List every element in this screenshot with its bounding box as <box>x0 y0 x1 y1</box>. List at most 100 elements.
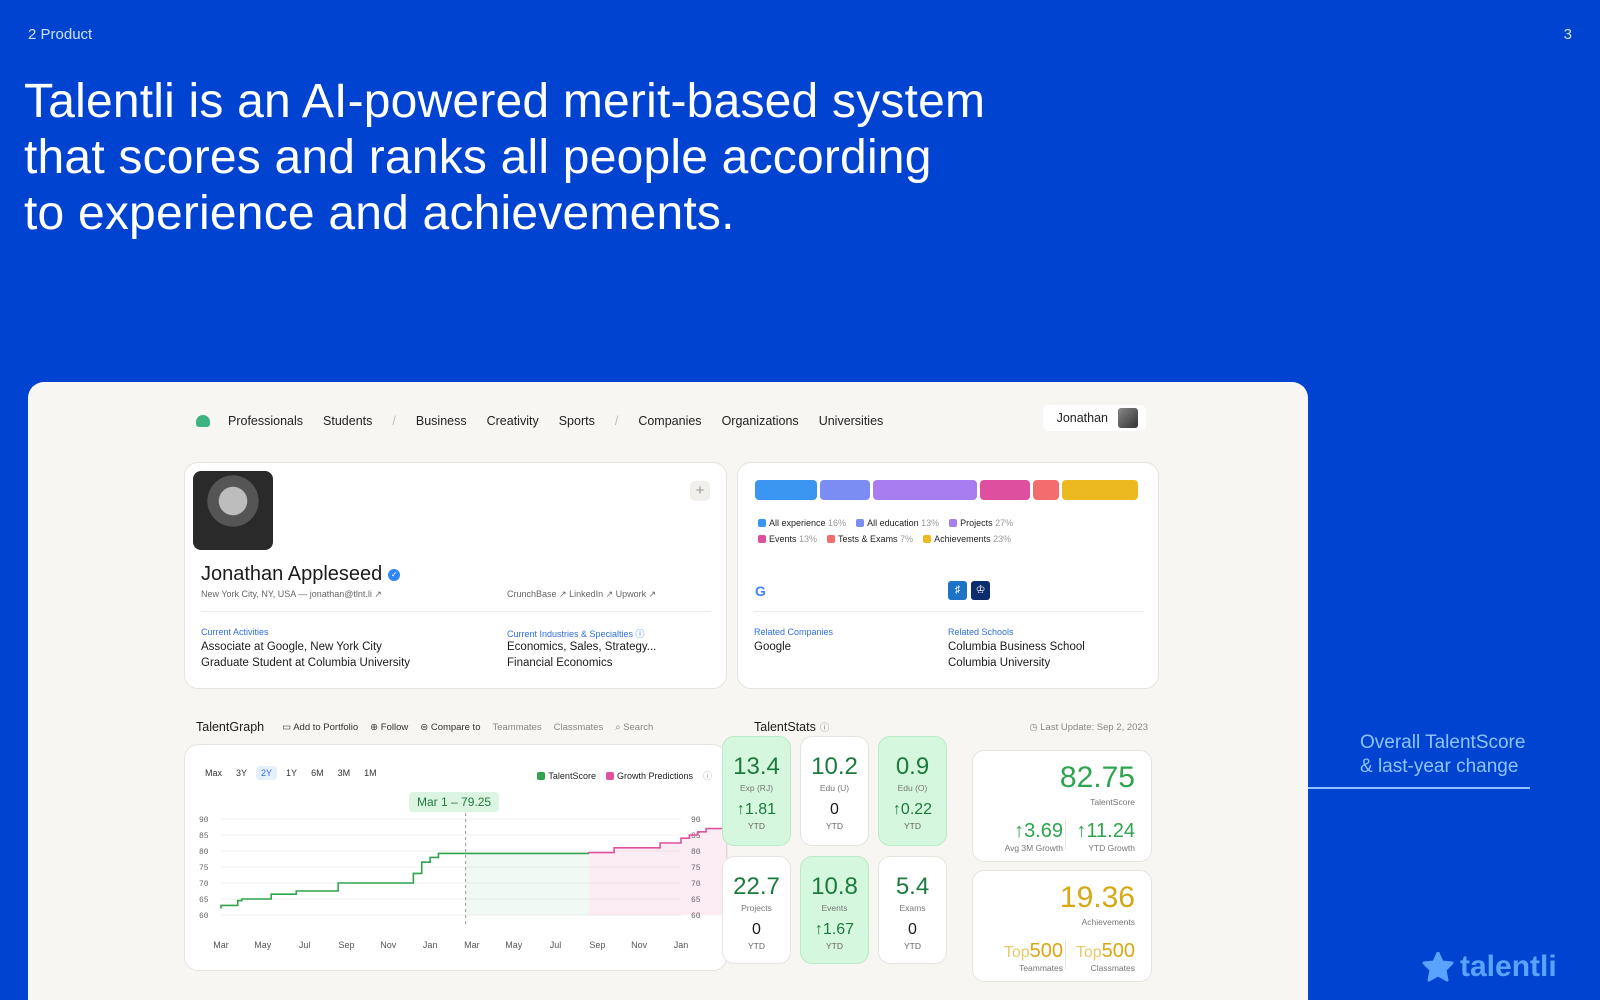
follow-button[interactable]: ⊕ Follow <box>370 722 408 733</box>
nav-universities[interactable]: Universities <box>819 414 884 428</box>
google-logo-icon: G <box>755 583 766 599</box>
classmates-button[interactable]: Classmates <box>554 722 604 733</box>
x-tick-label: May <box>254 940 272 950</box>
user-menu[interactable]: Jonathan <box>1042 405 1146 431</box>
y-tick-label: 90 <box>199 816 209 825</box>
graph-title: TalentGraph <box>196 720 265 734</box>
add-button[interactable]: + <box>690 481 710 501</box>
profile-name: Jonathan Appleseed ✓ <box>201 563 401 586</box>
star-logo-icon <box>1422 952 1454 982</box>
segment-experience[interactable] <box>755 480 817 500</box>
divider <box>1065 939 1066 969</box>
divider <box>201 611 711 612</box>
stat-card-events[interactable]: 10.8 Events ↑1.67 YTD <box>800 856 869 964</box>
search-button[interactable]: ⌕ Search <box>615 722 653 733</box>
y-tick-label: 60 <box>199 912 209 921</box>
y-tick-label: 85 <box>199 832 209 841</box>
stat-card-projects[interactable]: 22.7 Projects 0 YTD <box>722 856 791 964</box>
legend-item: All education 13% <box>856 518 939 528</box>
stat-card-exams[interactable]: 5.4 Exams 0 YTD <box>878 856 947 964</box>
stats-toolbar: TalentStats ⓘ ◷ Last Update: Sep 2, 2023 <box>754 720 1148 734</box>
segment-events[interactable] <box>980 480 1030 500</box>
achievements-card[interactable]: 19.36 Achievements Top500 Teammates Top5… <box>972 870 1152 982</box>
x-tick-label: Sep <box>589 940 605 950</box>
columbia-crown-icon: ♔ <box>971 581 990 600</box>
stat-card-education-o[interactable]: 0.9 Edu (O) ↑0.22 YTD <box>878 736 947 846</box>
stat-card-experience[interactable]: 13.4 Exp (RJ) ↑1.81 YTD <box>722 736 791 846</box>
teammates-rank: Top500 Teammates <box>1003 940 1063 973</box>
headline-line: that scores and ranks all people accordi… <box>24 131 932 184</box>
stat-card-education-u[interactable]: 10.2 Edu (U) 0 YTD <box>800 736 869 846</box>
talentli-logo: talentli <box>1422 950 1557 984</box>
profile-photo <box>193 471 273 550</box>
teammates-button[interactable]: Teammates <box>492 722 541 733</box>
area-fill <box>465 853 589 915</box>
nav-sports[interactable]: Sports <box>559 414 595 428</box>
talentscore-label: TalentScore <box>1090 797 1135 807</box>
avatar <box>1118 408 1138 428</box>
achievements-label: Achievements <box>1081 917 1135 927</box>
nav-creativity[interactable]: Creativity <box>487 414 539 428</box>
divider <box>1065 819 1066 849</box>
product-screenshot: Professionals Students / Business Creati… <box>28 382 1308 1000</box>
app-logo-icon[interactable] <box>196 415 210 427</box>
info-icon[interactable]: ⓘ <box>820 720 830 734</box>
graph-toolbar: TalentGraph ▭ Add to Portfolio ⊕ Follow … <box>196 720 665 734</box>
activity-item: Graduate Student at Columbia University <box>201 657 411 669</box>
add-to-portfolio-button[interactable]: ▭ Add to Portfolio <box>282 722 358 733</box>
industry-item: Financial Economics <box>507 657 613 669</box>
x-tick-label: Jul <box>299 940 311 950</box>
segment-achievements[interactable] <box>1062 480 1138 500</box>
industry-item: Economics, Sales, Strategy... <box>507 641 657 653</box>
user-name: Jonathan <box>1056 411 1108 425</box>
x-tick-label: Nov <box>380 940 397 950</box>
x-tick-label: Jul <box>550 940 562 950</box>
segment-education[interactable] <box>820 480 870 500</box>
achievements-value: 19.36 <box>1059 881 1135 914</box>
x-tick-label: May <box>505 940 523 950</box>
section-label: 2 Product <box>28 26 93 43</box>
profile-links[interactable]: CrunchBase ↗ LinkedIn ↗ Upwork ↗ <box>507 589 656 600</box>
nav-separator: / <box>392 414 396 428</box>
headline-line: Talentli is an AI-powered merit-based sy… <box>24 75 986 128</box>
nav-professionals[interactable]: Professionals <box>228 414 303 428</box>
legend-item: Tests & Exams 7% <box>827 534 913 544</box>
talent-graph-card: Max 3Y 2Y 1Y 6M 3M 1M TalentScore Growth… <box>184 744 728 972</box>
distribution-legend: Events 13% Tests & Exams 7% Achievements… <box>758 534 1011 544</box>
segment-tests[interactable] <box>1033 480 1059 500</box>
companies-label: Related Companies <box>754 627 834 637</box>
profile-name-text: Jonathan Appleseed <box>201 563 383 585</box>
talentscore-card[interactable]: 82.75 TalentScore ↑3.69 Avg 3M Growth ↑1… <box>972 750 1152 862</box>
area-fill <box>589 828 728 915</box>
classmates-rank: Top500 Classmates <box>1075 940 1135 973</box>
school-item: Columbia Business School <box>948 641 1085 653</box>
compare-to-button[interactable]: ⊜ Compare to <box>420 722 480 733</box>
nav-students[interactable]: Students <box>323 414 372 428</box>
company-item: Google <box>754 641 792 653</box>
last-update: ◷ Last Update: Sep 2, 2023 <box>1029 721 1148 733</box>
score-distribution-card: All experience 16% All education 13% Pro… <box>737 462 1159 689</box>
nav-organizations[interactable]: Organizations <box>722 414 799 428</box>
x-tick-label: Mar <box>464 940 480 950</box>
x-tick-label: Sep <box>338 940 354 950</box>
top-nav: Professionals Students / Business Creati… <box>196 405 1158 432</box>
distribution-legend: All experience 16% All education 13% Pro… <box>758 518 1013 528</box>
talent-graph-chart[interactable]: 9090858580807575707065656060MarMayJulSep… <box>185 745 728 972</box>
x-tick-label: Jan <box>423 940 438 950</box>
avg-3m-growth: ↑3.69 Avg 3M Growth <box>1004 820 1063 853</box>
legend-item: Projects 27% <box>949 518 1013 528</box>
distribution-bar <box>755 480 1138 500</box>
nav-companies[interactable]: Companies <box>638 414 701 428</box>
activities-label: Current Activities <box>201 627 269 637</box>
annotation-line: Overall TalentScore <box>1360 732 1526 753</box>
profile-card: + Jonathan Appleseed ✓ New York City, NY… <box>184 462 727 689</box>
x-tick-label: Jan <box>674 940 689 950</box>
verified-icon: ✓ <box>388 568 401 581</box>
profile-location[interactable]: New York City, NY, USA — jonathan@tlnt.l… <box>201 589 382 600</box>
ytd-growth: ↑11.24 YTD Growth <box>1076 820 1135 853</box>
activities-list: Associate at Google, New York City Gradu… <box>201 639 410 671</box>
nav-business[interactable]: Business <box>416 414 467 428</box>
y-tick-label: 70 <box>199 880 209 889</box>
industries-list: Economics, Sales, Strategy... Financial … <box>507 639 656 671</box>
segment-projects[interactable] <box>873 480 977 500</box>
